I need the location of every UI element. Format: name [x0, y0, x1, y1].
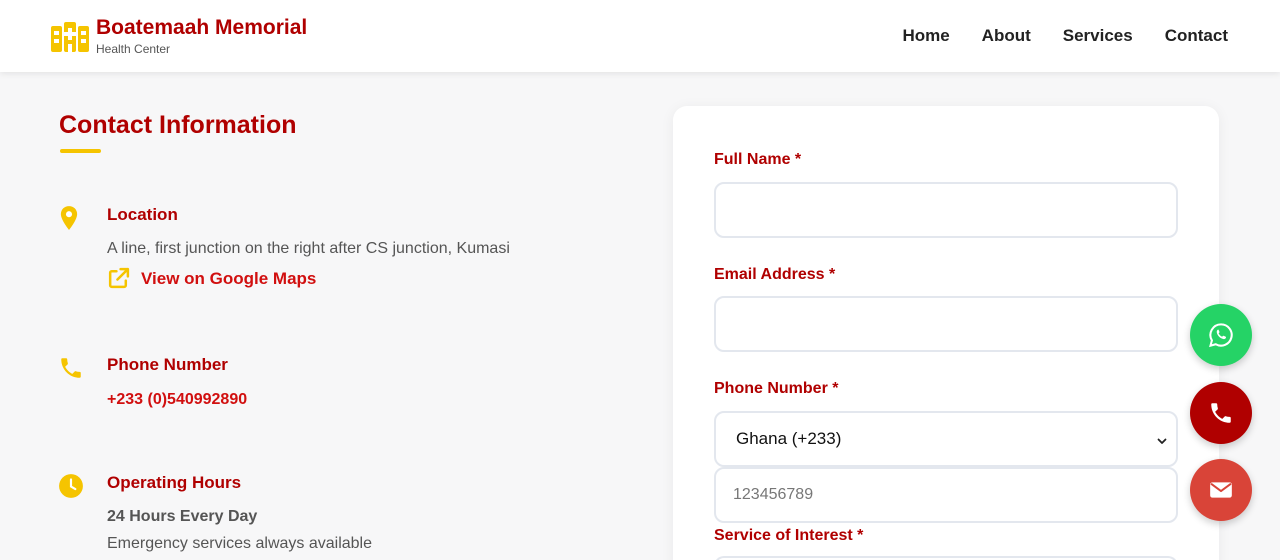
location-address: A line, first junction on the right afte…: [107, 240, 510, 257]
contact-info-title: Contact Information: [59, 111, 297, 139]
whatsapp-icon: [1209, 323, 1233, 348]
google-maps-link[interactable]: View on Google Maps: [106, 266, 316, 291]
phone-number-input[interactable]: [714, 467, 1178, 523]
nav-about[interactable]: About: [982, 26, 1031, 46]
nav-contact[interactable]: Contact: [1165, 26, 1228, 46]
phone-field-label: Phone Number *: [714, 380, 839, 397]
hours-schedule: 24 Hours Every Day: [107, 508, 258, 525]
email-input[interactable]: [714, 296, 1178, 352]
email-label: Email Address *: [714, 266, 836, 283]
location-pin-icon: [60, 206, 78, 230]
maps-link-label: View on Google Maps: [141, 268, 317, 288]
external-link-icon: [108, 267, 130, 289]
whatsapp-button[interactable]: [1190, 304, 1252, 366]
phone-number-link[interactable]: +233 (0)540992890: [107, 390, 247, 410]
envelope-icon: [1210, 482, 1232, 498]
chevron-down-icon: [1157, 438, 1167, 444]
location-label: Location: [107, 205, 178, 224]
nav-home[interactable]: Home: [902, 26, 949, 46]
service-label: Service of Interest *: [714, 527, 864, 544]
call-button[interactable]: [1190, 382, 1252, 444]
phone-label: Phone Number: [107, 355, 228, 374]
phone-icon: [1211, 403, 1231, 423]
title-underline: [60, 149, 101, 153]
full-name-input[interactable]: [714, 182, 1178, 238]
nav-services[interactable]: Services: [1063, 26, 1133, 46]
country-code-value: Ghana (+233): [736, 429, 842, 448]
brand-subtitle: Health Center: [96, 42, 171, 56]
clock-icon: [59, 474, 83, 498]
email-button[interactable]: [1190, 459, 1252, 521]
hours-note: Emergency services always available: [107, 535, 372, 552]
brand-name: Boatemaah Memorial: [96, 16, 308, 39]
hours-label: Operating Hours: [107, 473, 242, 492]
site-header: Boatemaah Memorial Health Center Home Ab…: [0, 0, 1280, 72]
brand-logo[interactable]: Boatemaah Memorial Health Center: [50, 16, 307, 56]
full-name-label: Full Name *: [714, 151, 802, 168]
main-nav: Home About Services Contact: [902, 26, 1228, 46]
hospital-building-icon: [51, 22, 89, 52]
service-select[interactable]: [714, 556, 1178, 560]
country-code-select[interactable]: Ghana (+233): [714, 411, 1178, 467]
phone-icon: [61, 358, 81, 378]
